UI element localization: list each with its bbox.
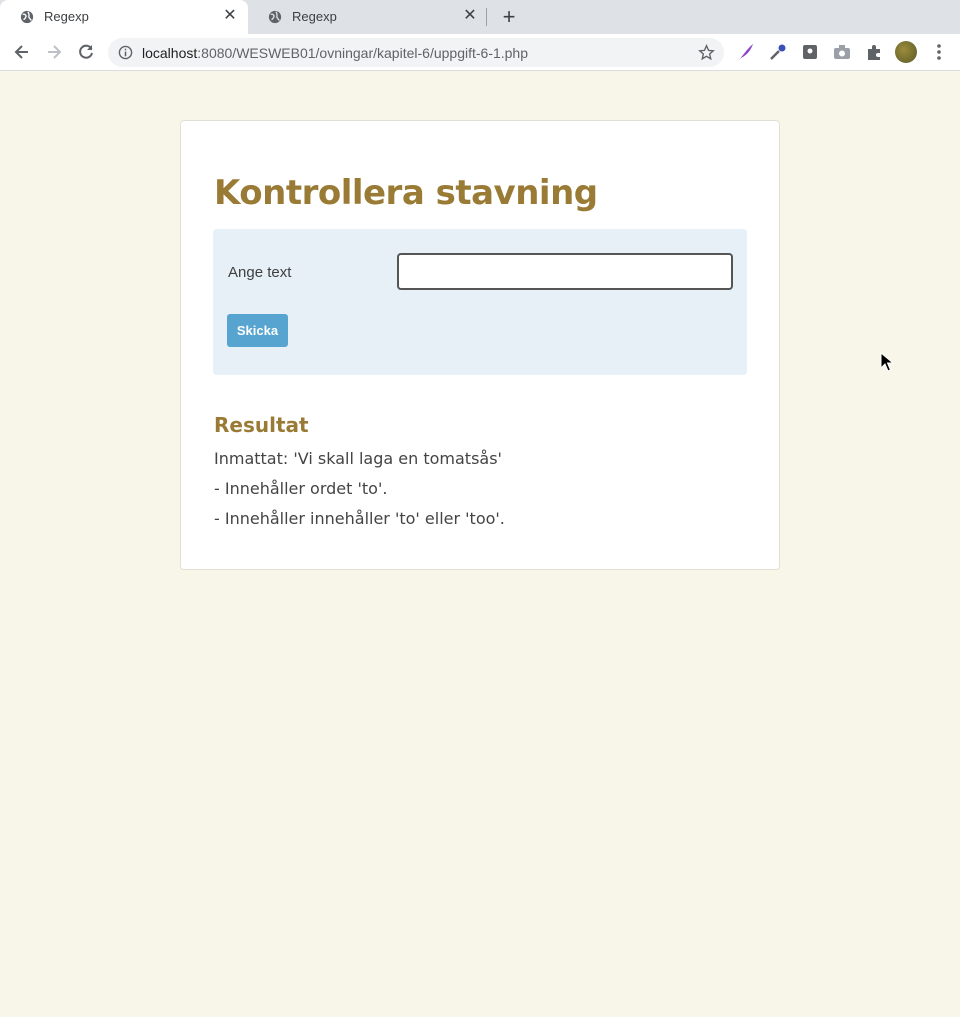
close-icon[interactable]: ✕ <box>222 8 238 24</box>
camera-icon[interactable] <box>832 42 852 62</box>
address-bar[interactable]: localhost:8080/WESWEB01/ovningar/kapitel… <box>108 38 724 67</box>
text-input[interactable] <box>397 253 733 290</box>
reload-icon[interactable] <box>76 42 96 62</box>
text-input-label: Ange text <box>228 264 292 281</box>
screenshot-extension-icon[interactable] <box>800 42 820 62</box>
mouse-cursor-icon <box>880 352 894 372</box>
globe-icon <box>20 10 34 24</box>
result-line-contains-to: - Innehåller ordet 'to'. <box>214 479 388 498</box>
result-line-contains-to-or-too: - Innehåller innehåller 'to' eller 'too'… <box>214 509 505 528</box>
result-heading: Resultat <box>214 413 309 437</box>
spellcheck-form: Ange text Skicka <box>213 229 747 375</box>
forward-icon[interactable] <box>44 42 64 62</box>
url-host: localhost <box>142 45 198 61</box>
content-card: Kontrollera stavning Ange text Skicka Re… <box>180 120 780 570</box>
eyedropper-extension-icon[interactable] <box>768 42 788 62</box>
new-tab-button[interactable]: + <box>498 6 520 28</box>
profile-avatar[interactable] <box>895 41 917 63</box>
result-line-input: Inmattat: 'Vi skall laga en tomatsås' <box>214 449 502 468</box>
tab-title: Regexp <box>292 9 337 24</box>
url-text: localhost:8080/WESWEB01/ovningar/kapitel… <box>142 45 528 61</box>
globe-icon <box>268 10 282 24</box>
bookmark-star-icon[interactable] <box>698 44 715 61</box>
extensions-puzzle-icon[interactable] <box>864 42 884 62</box>
browser-toolbar: localhost:8080/WESWEB01/ovningar/kapitel… <box>0 34 960 71</box>
menu-kebab-icon[interactable] <box>929 42 949 62</box>
url-path: :8080/WESWEB01/ovningar/kapitel-6/uppgif… <box>197 45 529 61</box>
back-icon[interactable] <box>12 42 32 62</box>
tab-regexp[interactable]: Regexp ✕ <box>248 0 488 34</box>
feather-extension-icon[interactable] <box>736 42 756 62</box>
tab-regexp-active[interactable]: Regexp ✕ <box>0 0 248 34</box>
page-title: Kontrollera stavning <box>214 173 598 213</box>
tab-strip: Regexp ✕ Regexp ✕ + <box>0 0 960 34</box>
tab-separator <box>486 8 487 26</box>
close-icon[interactable]: ✕ <box>462 8 478 24</box>
info-icon[interactable] <box>118 45 133 60</box>
submit-button[interactable]: Skicka <box>227 314 288 347</box>
tab-title: Regexp <box>44 9 89 24</box>
